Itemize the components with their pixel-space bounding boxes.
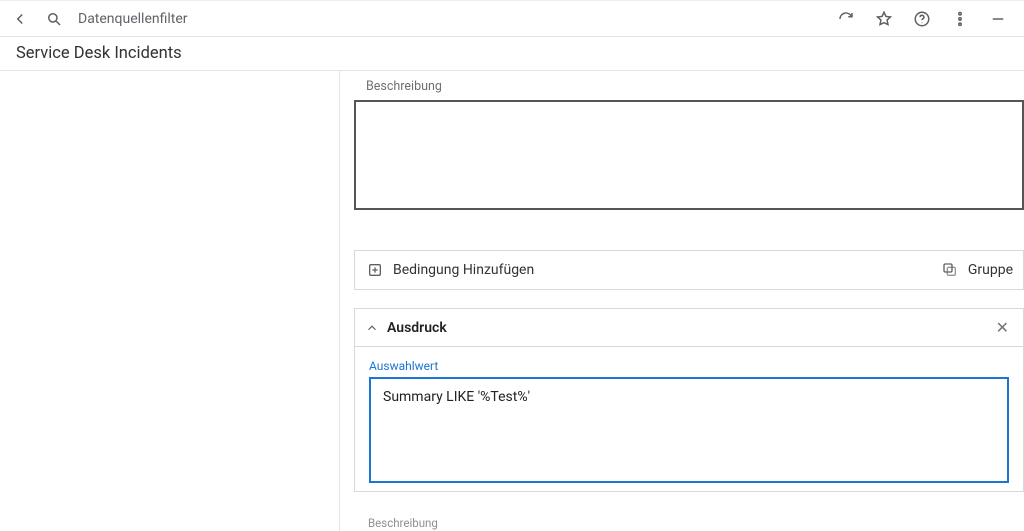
search-icon[interactable] [44, 9, 64, 29]
description-field-label: Beschreibung [366, 79, 1024, 94]
back-icon[interactable] [10, 9, 30, 29]
title-bar: Service Desk Incidents [0, 37, 1024, 71]
more-icon[interactable] [950, 9, 970, 29]
panel-title: Ausdruck [387, 320, 447, 336]
add-condition-button[interactable]: Bedingung Hinzufügen [365, 260, 534, 280]
expression-panel: Ausdruck ✕ Auswahlwert [354, 308, 1024, 492]
help-icon[interactable] [912, 9, 932, 29]
conditions-toolbar: Bedingung Hinzufügen Gruppe [354, 250, 1024, 290]
group-label: Gruppe [968, 262, 1013, 278]
chevron-up-icon [365, 321, 379, 335]
refresh-icon[interactable] [836, 9, 856, 29]
panel-header[interactable]: Ausdruck ✕ [355, 309, 1023, 347]
top-bar: Datenquellenfilter [0, 1, 1024, 37]
topbar-left: Datenquellenfilter [10, 9, 188, 29]
panel-description-section: Beschreibung Test ASQL Datenquellfilter [368, 516, 1004, 531]
group-icon [940, 260, 960, 280]
expression-field-label: Auswahlwert [369, 359, 1009, 373]
expression-input[interactable] [369, 377, 1009, 483]
close-icon[interactable]: ✕ [992, 314, 1013, 341]
minimize-icon[interactable] [988, 9, 1008, 29]
plus-box-icon [365, 260, 385, 280]
panel-desc-label: Beschreibung [368, 516, 1004, 530]
app-root: Datenquellenfilter Service Desk Incident… [0, 0, 1024, 531]
add-condition-label: Bedingung Hinzufügen [393, 262, 534, 278]
group-button[interactable]: Gruppe [940, 260, 1013, 280]
main-content: Beschreibung Bedingung Hinzufügen [340, 71, 1024, 531]
star-icon[interactable] [874, 9, 894, 29]
sidebar [0, 71, 340, 531]
page-title: Service Desk Incidents [16, 44, 182, 63]
topbar-right [836, 9, 1014, 29]
topbar-label: Datenquellenfilter [78, 11, 188, 27]
description-textarea[interactable] [354, 100, 1024, 210]
